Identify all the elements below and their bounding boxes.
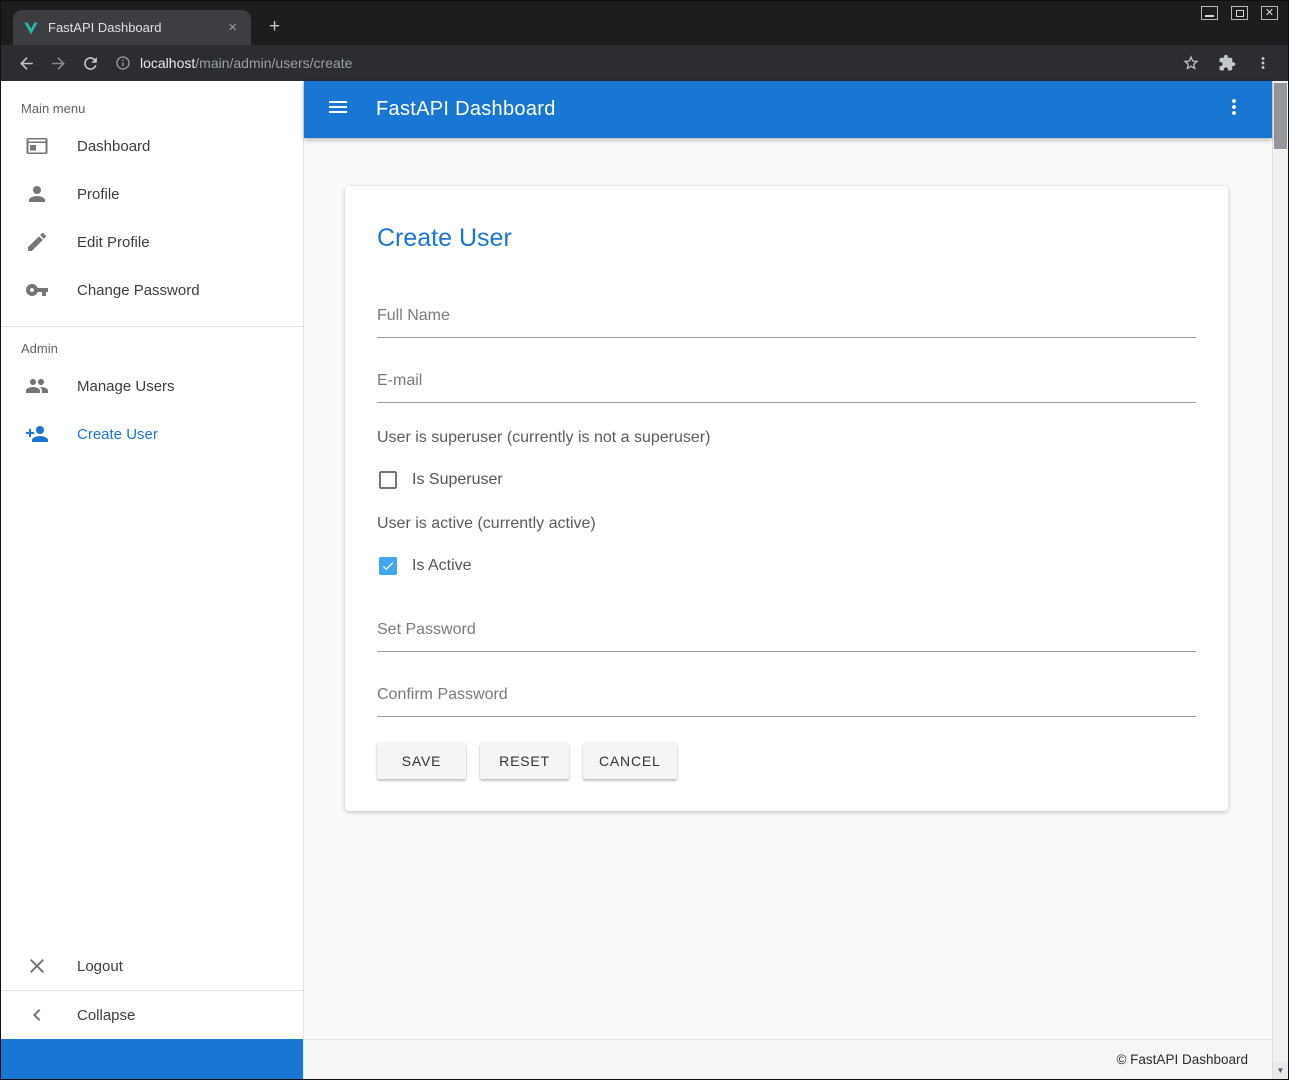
full-name-label: Full Name (377, 307, 1196, 325)
url-host: localhost (140, 55, 195, 71)
person-icon (25, 182, 49, 206)
copyright-text: © FastAPI Dashboard (1116, 1052, 1248, 1067)
appbar-kebab-icon[interactable] (1218, 91, 1250, 128)
is-superuser-checkbox-row[interactable]: Is Superuser (377, 471, 1196, 489)
create-user-card: Create User Full Name E-mail User is sup… (345, 186, 1228, 811)
sidebar-item-logout[interactable]: Logout (1, 942, 303, 990)
dashboard-icon (25, 134, 49, 158)
window-controls: ✕ (1201, 6, 1278, 20)
page-scrollbar[interactable]: ▼ (1272, 81, 1288, 1079)
is-superuser-checkbox[interactable] (379, 471, 397, 489)
tab-title: FastAPI Dashboard (48, 20, 215, 35)
close-button[interactable]: ✕ (1261, 6, 1278, 20)
hamburger-menu-icon[interactable] (326, 95, 350, 124)
main-content: Create User Full Name E-mail User is sup… (304, 138, 1272, 1039)
scrollbar-thumb[interactable] (1274, 83, 1287, 149)
maximize-button[interactable] (1231, 6, 1248, 20)
sidebar-item-label: Collapse (77, 1007, 135, 1024)
is-active-label[interactable]: Is Active (412, 557, 472, 575)
tab-close-icon[interactable]: × (224, 18, 241, 37)
browser-toolbar: localhost/main/admin/users/create (1, 45, 1288, 81)
bookmark-star-icon[interactable] (1176, 49, 1206, 77)
forward-icon[interactable] (43, 49, 73, 77)
main-column: FastAPI Dashboard Create User Full Name … (304, 81, 1272, 1079)
superuser-hint: User is superuser (currently is not a su… (377, 429, 1196, 447)
browser-window: FastAPI Dashboard × + ✕ localhost/main/a… (0, 0, 1289, 1080)
set-password-field[interactable]: Set Password (377, 621, 1196, 652)
new-tab-button[interactable]: + (263, 16, 286, 38)
toolbar-right (1176, 49, 1278, 77)
scrollbar-down-arrow-icon[interactable]: ▼ (1273, 1062, 1288, 1079)
sidebar-item-collapse[interactable]: Collapse (1, 991, 303, 1039)
set-password-label: Set Password (377, 621, 1196, 639)
sidebar-item-label: Edit Profile (77, 234, 150, 251)
sidebar-item-label: Profile (77, 186, 120, 203)
field-underline (377, 337, 1196, 338)
sidebar-item-label: Create User (77, 426, 158, 443)
active-hint: User is active (currently active) (377, 515, 1196, 533)
page-body: Main menu Dashboard Profile Edit Profile… (1, 81, 1288, 1079)
sidebar-item-label: Change Password (77, 282, 200, 299)
sidebar-item-change-password[interactable]: Change Password (1, 266, 303, 314)
field-underline (377, 402, 1196, 403)
save-button[interactable]: SAVE (377, 743, 466, 779)
sidebar-item-edit-profile[interactable]: Edit Profile (1, 218, 303, 266)
address-bar[interactable]: localhost/main/admin/users/create (107, 49, 1174, 77)
url-text: localhost/main/admin/users/create (140, 55, 352, 71)
sidebar-item-manage-users[interactable]: Manage Users (1, 362, 303, 410)
reset-button[interactable]: RESET (480, 743, 569, 779)
sidebar-item-profile[interactable]: Profile (1, 170, 303, 218)
page-title: Create User (377, 224, 1196, 253)
page-info-icon (115, 55, 131, 71)
sidebar-section-main-menu: Main menu (1, 81, 303, 122)
sidebar-section-admin: Admin (1, 327, 303, 362)
field-underline (377, 716, 1196, 717)
scrollbar-track[interactable] (1273, 149, 1288, 1062)
sidebar-item-label: Manage Users (77, 378, 175, 395)
sidebar-item-create-user[interactable]: Create User (1, 410, 303, 458)
appbar-title: FastAPI Dashboard (376, 98, 556, 121)
key-icon (25, 278, 49, 302)
is-active-checkbox-row[interactable]: Is Active (377, 557, 1196, 575)
email-field[interactable]: E-mail (377, 372, 1196, 403)
is-superuser-label[interactable]: Is Superuser (412, 471, 503, 489)
confirm-password-label: Confirm Password (377, 686, 1196, 704)
chevron-left-icon (25, 1003, 49, 1027)
sidebar-item-label: Dashboard (77, 138, 150, 155)
email-label: E-mail (377, 372, 1196, 390)
sidebar-bottom: Logout Collapse (1, 942, 303, 1039)
field-underline (377, 651, 1196, 652)
browser-titlebar: FastAPI Dashboard × + ✕ (1, 1, 1288, 45)
app-bar: FastAPI Dashboard (304, 81, 1272, 138)
footer-left-accent (1, 1039, 303, 1079)
pencil-icon (25, 230, 49, 254)
url-path: /main/admin/users/create (195, 55, 352, 71)
vuetify-favicon-icon (23, 20, 39, 36)
sidebar-item-dashboard[interactable]: Dashboard (1, 122, 303, 170)
minimize-button[interactable] (1201, 6, 1218, 20)
check-icon (381, 559, 395, 573)
back-icon[interactable] (11, 49, 41, 77)
is-active-checkbox[interactable] (379, 557, 397, 575)
cancel-button[interactable]: CANCEL (583, 743, 677, 779)
browser-tab[interactable]: FastAPI Dashboard × (13, 10, 251, 45)
extension-icon[interactable] (1212, 49, 1242, 77)
reload-icon[interactable] (75, 49, 105, 77)
sidebar-item-label: Logout (77, 958, 123, 975)
confirm-password-field[interactable]: Confirm Password (377, 686, 1196, 717)
people-icon (25, 374, 49, 398)
page-footer: © FastAPI Dashboard (304, 1039, 1272, 1079)
full-name-field[interactable]: Full Name (377, 307, 1196, 338)
close-x-icon (25, 954, 49, 978)
form-buttons: SAVE RESET CANCEL (377, 743, 1196, 779)
person-add-icon (25, 422, 49, 446)
sidebar: Main menu Dashboard Profile Edit Profile… (1, 81, 304, 1079)
browser-menu-kebab-icon[interactable] (1248, 49, 1278, 77)
